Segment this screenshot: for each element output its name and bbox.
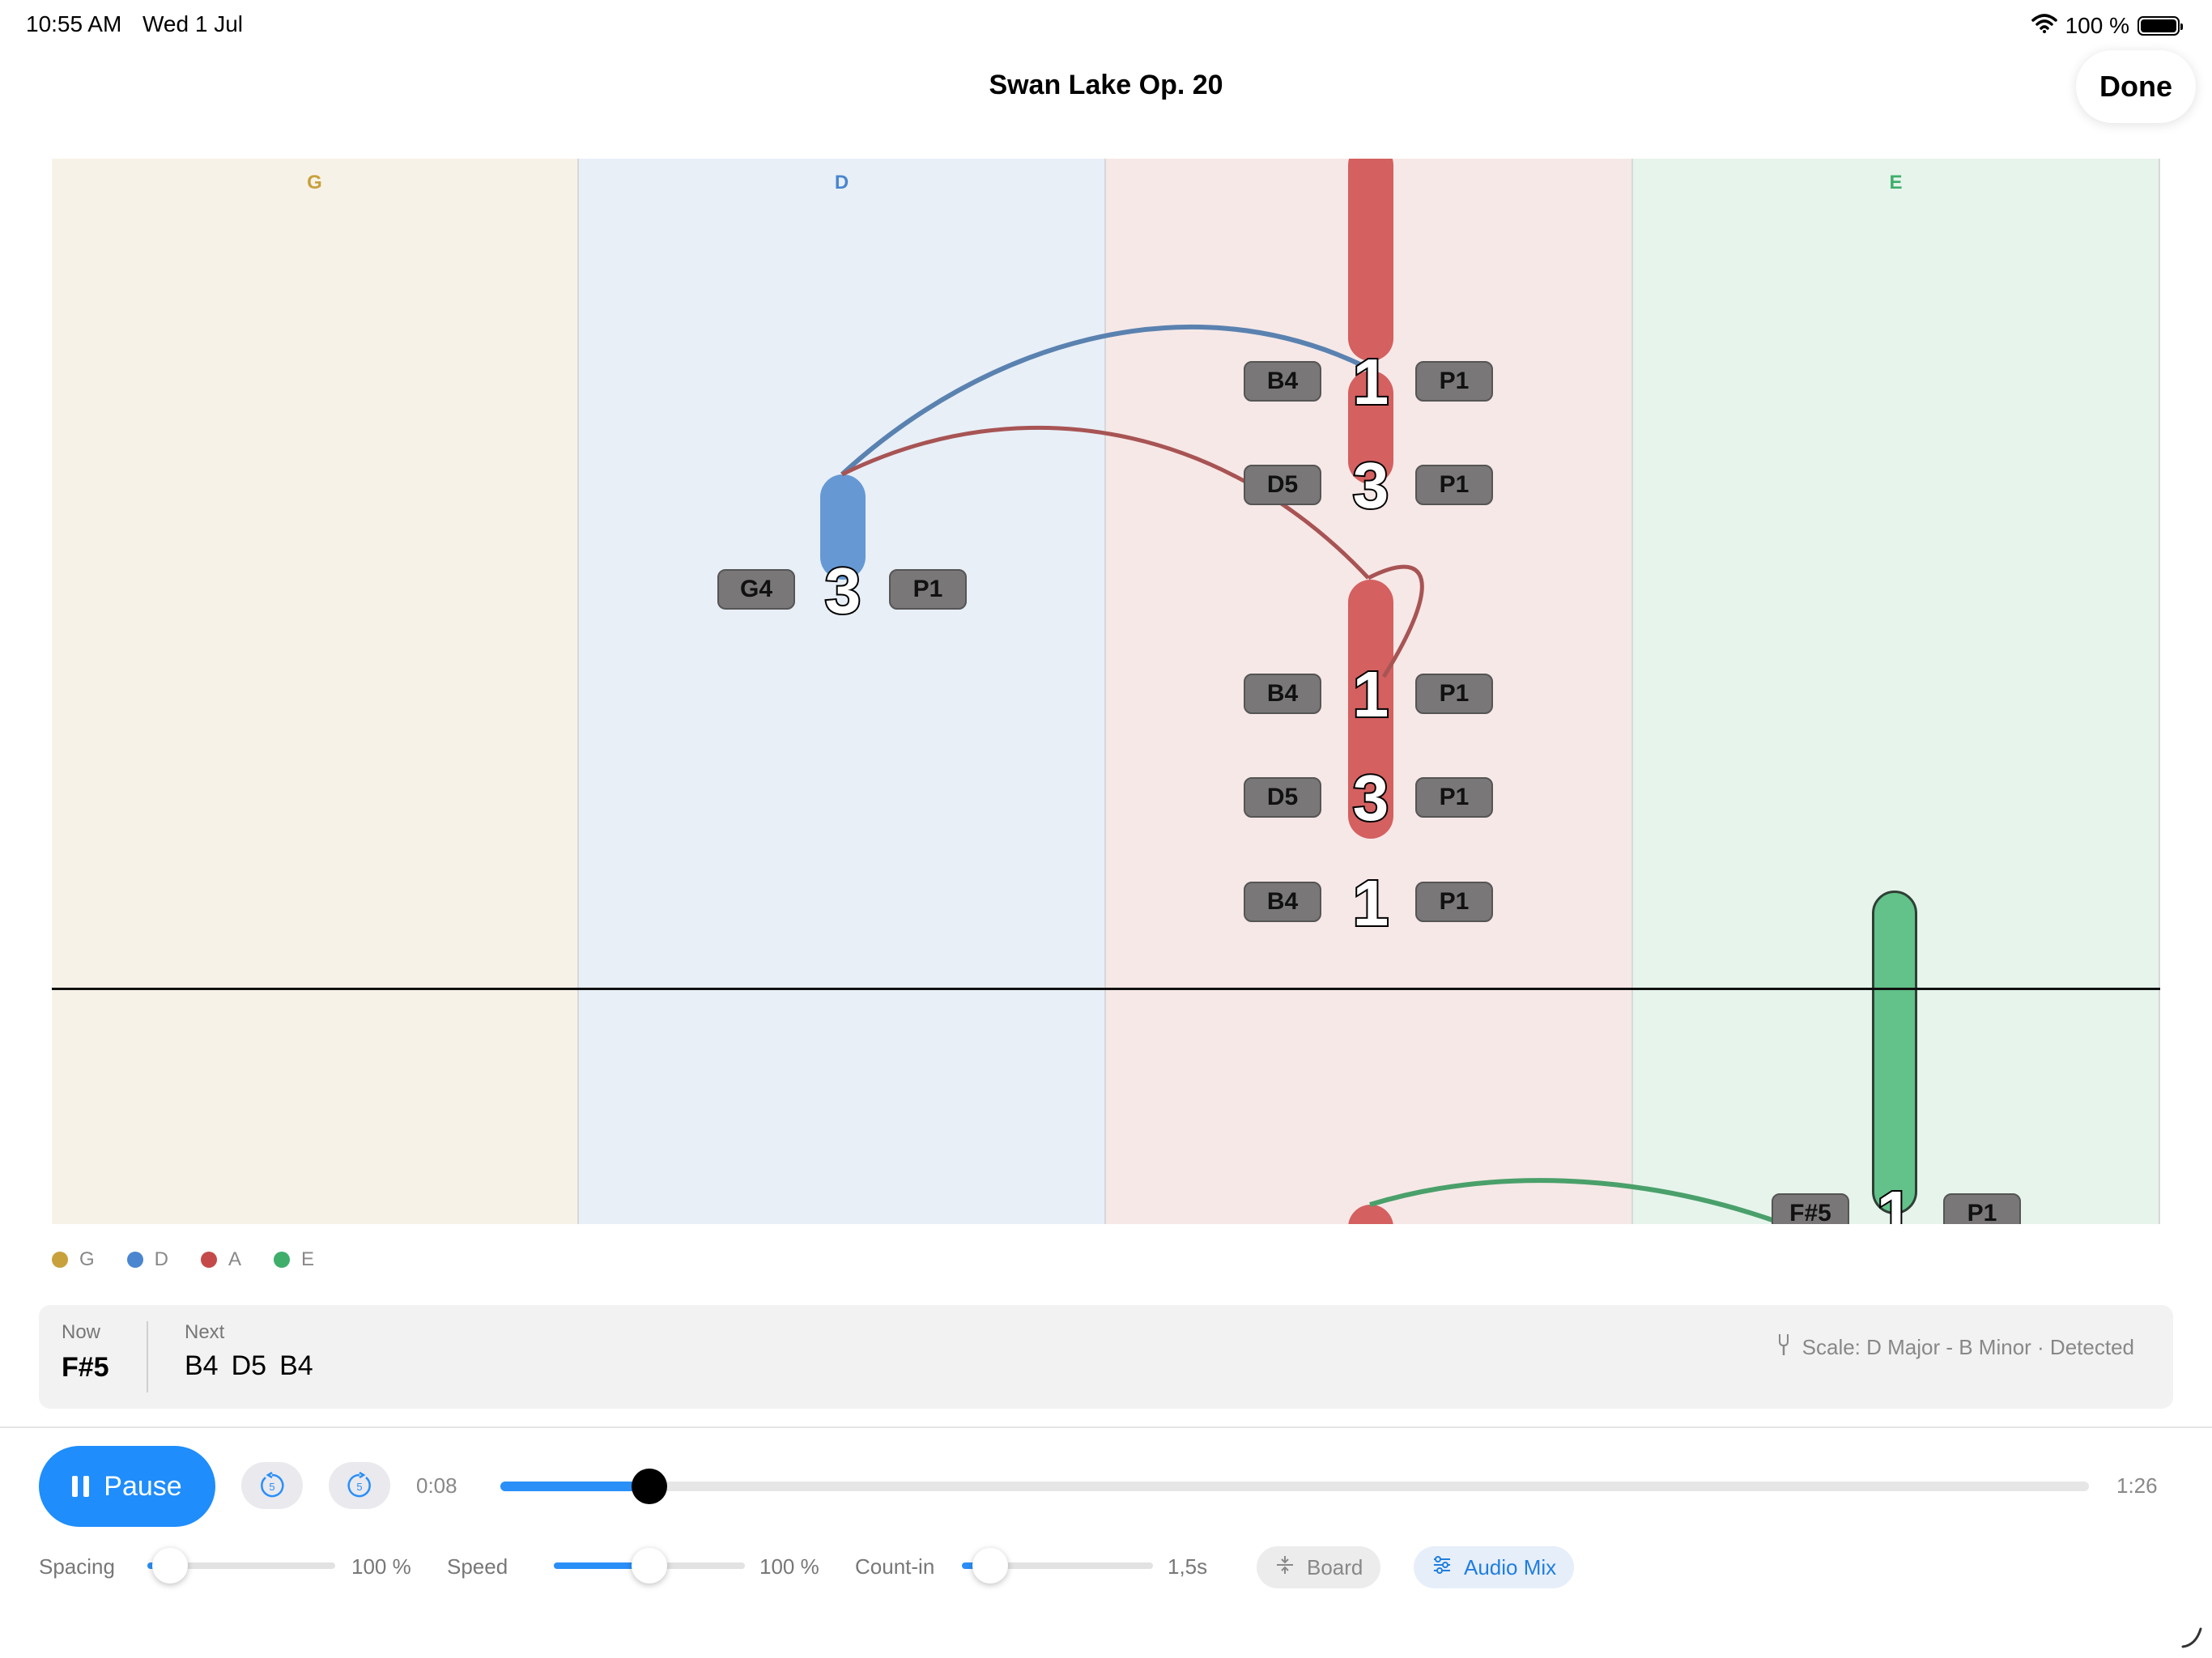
resize-handle[interactable]: [2180, 1626, 2204, 1654]
svg-text:5: 5: [356, 1481, 362, 1493]
battery-percent: 100 %: [2065, 13, 2129, 38]
note-name-tag: B4: [1244, 882, 1321, 922]
status-time: 10:55 AM: [26, 11, 122, 36]
finger-number: 3: [823, 555, 863, 627]
fingering-board: G D A E B4 1 P1 D5 3 P1 G4 3 P1 B4 1 P1 …: [52, 159, 2160, 1224]
legend-label: G: [79, 1248, 95, 1270]
countin-label: Count-in: [855, 1554, 935, 1579]
legend-item-d: D: [126, 1248, 169, 1271]
finger-number: 1: [1351, 658, 1391, 730]
next-label: Next: [185, 1321, 225, 1343]
legend-dot: [201, 1252, 218, 1268]
total-time: 1:26: [2116, 1473, 2158, 1498]
current-time: 0:08: [416, 1473, 457, 1498]
forward-5-icon: 5: [347, 1472, 371, 1498]
status-indicators: 100 %: [2031, 11, 2183, 40]
now-label: Now: [62, 1321, 101, 1343]
scrubber-handle[interactable]: [632, 1469, 668, 1504]
next-note: B4: [185, 1350, 219, 1381]
playhead-line: [52, 988, 2160, 990]
wifi-icon: [2031, 13, 2057, 39]
done-button[interactable]: Done: [2076, 50, 2196, 123]
board-icon: [1274, 1554, 1295, 1581]
position-tag: P1: [1943, 1193, 2021, 1224]
countin-slider[interactable]: [962, 1548, 1153, 1584]
note-name-tag: B4: [1244, 361, 1321, 402]
legend-item-a: A: [201, 1248, 241, 1271]
string-legend: G D A E: [52, 1248, 314, 1271]
finger-number: 3: [1351, 449, 1391, 521]
position-tag: P1: [1415, 361, 1493, 402]
legend-label: E: [301, 1248, 315, 1270]
svg-text:5: 5: [269, 1481, 274, 1493]
speed-label: Speed: [447, 1554, 508, 1579]
rewind-5-icon: 5: [261, 1472, 284, 1498]
slider-handle[interactable]: [632, 1548, 667, 1584]
finger-number: 3: [1351, 762, 1391, 834]
spacing-value: 100 %: [351, 1554, 411, 1579]
battery-icon: [2138, 16, 2183, 36]
countin-value: 1,5s: [1168, 1554, 1208, 1579]
next-note: D5: [231, 1350, 267, 1381]
next-notes: B4 D5 B4: [185, 1350, 313, 1382]
speed-value: 100 %: [759, 1554, 819, 1579]
legend-dot: [274, 1252, 291, 1268]
note-name-tag: F#5: [1772, 1193, 1849, 1224]
board-button[interactable]: Board: [1257, 1546, 1381, 1588]
scale-text: Scale: D Major - B Minor · Detected: [1802, 1335, 2134, 1359]
divider: [0, 1426, 2212, 1428]
transition-arcs: [840, 324, 1791, 1224]
slider-handle[interactable]: [972, 1548, 1009, 1584]
pause-icon: [72, 1476, 90, 1497]
slider-handle[interactable]: [151, 1548, 188, 1584]
tuning-fork-icon: [1776, 1333, 1791, 1363]
spacing-slider[interactable]: [147, 1548, 335, 1584]
page-title: Swan Lake Op. 20: [989, 70, 1223, 100]
next-note: B4: [279, 1350, 313, 1381]
legend-dot: [52, 1252, 68, 1268]
sliders-icon: [1431, 1554, 1453, 1581]
finger-number: 1: [1351, 867, 1391, 939]
board-label: Board: [1307, 1554, 1363, 1579]
legend-dot: [126, 1252, 143, 1268]
finger-number: 1: [1875, 1178, 1915, 1225]
now-next-panel: Now F#5 Next B4 D5 B4 Scale: D Major - B…: [39, 1305, 2173, 1409]
audio-mix-label: Audio Mix: [1464, 1554, 1557, 1579]
pause-label: Pause: [104, 1470, 182, 1502]
finger-number: 1: [1351, 346, 1391, 418]
speed-slider[interactable]: [554, 1548, 745, 1584]
progress-fill: [500, 1482, 650, 1491]
now-note: F#5: [62, 1352, 109, 1383]
legend-label: A: [228, 1248, 242, 1270]
legend-item-g: G: [52, 1248, 95, 1271]
legend-item-e: E: [274, 1248, 314, 1271]
scale-info: Scale: D Major - B Minor · Detected: [1776, 1333, 2134, 1363]
note-name-tag: D5: [1244, 465, 1321, 505]
audio-mix-button[interactable]: Audio Mix: [1414, 1546, 1575, 1588]
position-tag: P1: [1415, 674, 1493, 714]
note-name-tag: B4: [1244, 674, 1321, 714]
spacing-label: Spacing: [39, 1554, 115, 1579]
playback-scrubber[interactable]: [500, 1469, 2089, 1504]
legend-label: D: [154, 1248, 169, 1270]
note-name-tag: G4: [717, 569, 795, 610]
skip-forward-button[interactable]: 5: [329, 1462, 390, 1509]
position-tag: P1: [1415, 465, 1493, 505]
position-tag: P1: [1415, 882, 1493, 922]
divider: [147, 1321, 148, 1392]
skip-back-button[interactable]: 5: [241, 1462, 303, 1509]
position-tag: P1: [1415, 777, 1493, 818]
note-name-tag: D5: [1244, 777, 1321, 818]
pause-button[interactable]: Pause: [39, 1446, 215, 1527]
status-date: Wed 1 Jul: [143, 11, 243, 36]
position-tag: P1: [889, 569, 967, 610]
